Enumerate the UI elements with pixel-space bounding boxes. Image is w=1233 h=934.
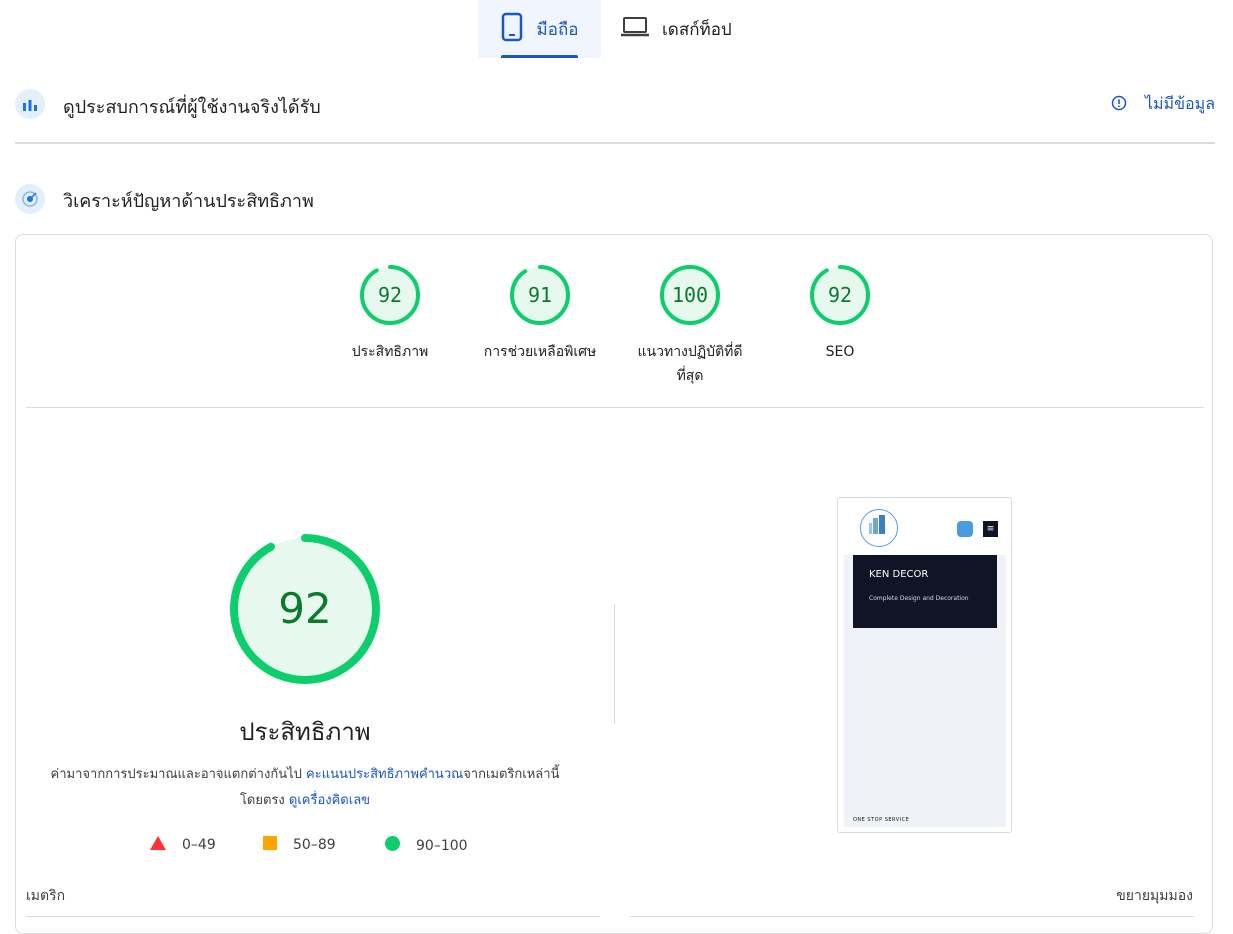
legend-average-label: 50–89	[293, 837, 336, 853]
mobile-icon	[501, 12, 523, 47]
desc-text: ค่ามาจากการประมาณและอาจแตกต่างกันไป	[50, 767, 307, 782]
gauge-accessibility[interactable]: 91 การช่วยเหลือพิเศษ	[480, 264, 600, 364]
hamburger-menu-icon: ≡	[983, 521, 998, 537]
diagnose-icon	[15, 184, 45, 214]
performance-title: ประสิทธิภาพ	[239, 718, 371, 746]
no-data-link[interactable]: ไม่มีข้อมูล	[1111, 92, 1215, 117]
field-data-title: ดูประสบการณ์ที่ผู้ใช้งานจริงได้รับ	[63, 97, 321, 118]
card-divider	[26, 407, 1204, 408]
info-icon	[1111, 95, 1127, 115]
gauge-performance[interactable]: 92 ประสิทธิภาพ	[330, 264, 450, 364]
tab-mobile-label: มือถือ	[536, 19, 579, 40]
gauge-seo[interactable]: 92 SEO	[780, 264, 900, 364]
no-data-label: ไม่มีข้อมูล	[1144, 94, 1215, 113]
report-card	[15, 234, 1213, 934]
legend-fail-label: 0–49	[182, 837, 216, 853]
performance-score: 92	[278, 584, 332, 633]
expand-view-toggle[interactable]: ขยายมุมมอง	[1116, 885, 1193, 907]
laptop-icon	[620, 16, 650, 43]
performance-description: ค่ามาจากการประมาณและอาจแตกต่างกันไป คะแน…	[50, 762, 560, 814]
preview-hero-title: KEN DECOR	[869, 569, 929, 580]
legend-fail: 0–49	[150, 836, 216, 854]
tab-desktop-label: เดสก์ท็อป	[662, 19, 732, 40]
screenshot-preview[interactable]: ≡ KEN DECOR Complete Design and Decorati…	[837, 497, 1012, 833]
triangle-icon	[150, 836, 166, 854]
metrics-divider	[630, 916, 1194, 917]
vertical-separator	[614, 604, 615, 724]
line-app-icon	[957, 521, 973, 537]
gauge-score: 92	[827, 283, 853, 307]
gauge-label: แนวทางปฏิบัติที่ดีที่สุด	[637, 344, 743, 384]
circle-icon	[385, 836, 400, 855]
gauge-label: SEO	[825, 344, 855, 360]
metrics-label: เมตริก	[26, 888, 66, 904]
score-calc-link[interactable]: คะแนนประสิทธิภาพคำนวณ	[306, 767, 463, 782]
gauge-score: 92	[377, 283, 403, 307]
site-logo-icon	[860, 509, 898, 547]
gauge-score: 100	[671, 283, 709, 307]
field-data-icon	[15, 89, 45, 119]
section-divider	[15, 142, 1215, 144]
diagnose-title: วิเคราะห์ปัญหาด้านประสิทธิภาพ	[63, 191, 314, 212]
preview-hero-subtitle: Complete Design and Decoration	[869, 595, 969, 602]
metrics-divider	[26, 916, 600, 917]
gauge-label: การช่วยเหลือพิเศษ	[483, 344, 597, 360]
gauge-best-practices[interactable]: 100 แนวทางปฏิบัติที่ดีที่สุด	[630, 264, 750, 388]
preview-hero	[853, 555, 997, 628]
legend-pass: 90–100	[385, 836, 468, 855]
preview-footer-text: ONE STOP SERVICE	[853, 817, 910, 823]
tab-active-indicator	[501, 55, 578, 58]
square-icon	[263, 836, 277, 854]
calculator-link[interactable]: ดูเครื่องคิดเลข	[289, 793, 370, 808]
gauge-label: ประสิทธิภาพ	[351, 344, 429, 360]
tab-desktop[interactable]: เดสก์ท็อป	[620, 0, 732, 58]
legend-average: 50–89	[263, 836, 336, 854]
gauge-score: 91	[527, 283, 553, 307]
tab-mobile[interactable]: มือถือ	[478, 0, 601, 58]
legend-pass-label: 90–100	[416, 837, 468, 854]
